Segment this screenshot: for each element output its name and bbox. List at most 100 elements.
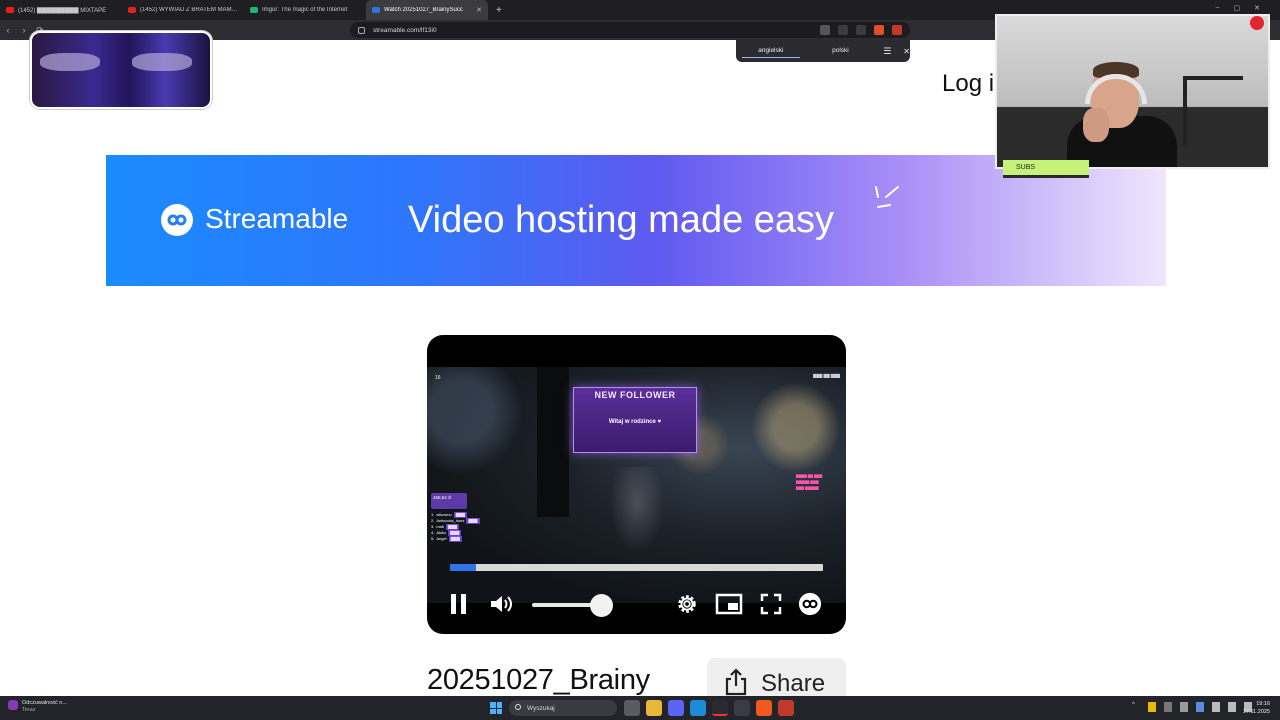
address-bar-actions <box>820 25 902 35</box>
forward-icon[interactable]: › <box>16 25 32 35</box>
video-pole <box>537 367 569 517</box>
seek-bar-progress <box>450 564 477 571</box>
tray-app-icon[interactable] <box>1196 702 1204 712</box>
obs-icon[interactable] <box>712 700 728 716</box>
steam-icon[interactable] <box>690 700 706 716</box>
close-icon[interactable]: ✕ <box>903 47 910 56</box>
minimize-icon[interactable]: – <box>1216 4 1220 12</box>
stream-chat-overlay: ▇▇▇▇ ▇▇ ▇▇▇ ▇▇▇▇▇ ▇▇▇ ▇▇▇ ▇▇▇▇▇ <box>796 474 823 490</box>
microphone-icon[interactable] <box>1212 702 1220 712</box>
brave-shield-icon[interactable] <box>874 25 884 35</box>
system-tray: ^ <box>1132 702 1252 712</box>
tray-chevron-icon[interactable]: ^ <box>1132 702 1140 712</box>
donation-leaderboard: 468,64 zł 1. wilczonu ▇▇▇ 2. Antisocial_hoe… <box>431 493 501 542</box>
picture-in-picture-icon[interactable] <box>715 592 743 616</box>
thumbnail-graphic <box>132 53 192 71</box>
tray-app-icon[interactable] <box>1164 702 1172 712</box>
browser-tab-2[interactable]: (1452) WYWIAD Z BRATEM MAMMO <box>122 0 244 20</box>
file-explorer-icon[interactable] <box>646 700 662 716</box>
maximize-icon[interactable]: ▢ <box>1234 4 1241 12</box>
window-controls: – ▢ ✕ <box>1216 4 1260 12</box>
share-icon <box>725 668 747 696</box>
browser-tab-3[interactable]: Imgur: The magic of the Internet <box>244 0 366 20</box>
youtube-icon <box>128 7 136 13</box>
notification-widget[interactable]: Odczuwalność n... Teraz <box>8 700 67 714</box>
follower-alert-message: Witaj w rodzince ♥ <box>608 419 662 425</box>
volume-icon[interactable] <box>489 592 513 616</box>
fullscreen-icon[interactable] <box>760 592 782 616</box>
new-tab-button[interactable]: + <box>488 5 510 16</box>
video-player[interactable]: 16 ▇▇▇ ▇▇ ▇▇▇ NEW FOLLOWER Witaj w rodzi… <box>427 335 846 634</box>
imgur-icon <box>250 7 258 13</box>
back-icon[interactable]: ‹ <box>0 25 16 35</box>
volume-slider-knob[interactable] <box>590 594 613 617</box>
close-window-icon[interactable]: ✕ <box>1254 4 1260 12</box>
webcam-person-hand <box>1083 108 1109 142</box>
streamable-player-icon[interactable] <box>797 592 823 616</box>
taskbar-search-placeholder: Wyszukaj <box>527 704 555 712</box>
zoom-icon[interactable] <box>838 25 848 35</box>
follower-alert-title: NEW FOLLOWER <box>594 390 676 400</box>
login-link[interactable]: Log i <box>942 70 994 98</box>
video-title: 20251027_Brainy <box>427 664 650 696</box>
streamable-icon <box>372 7 380 13</box>
tray-app-icon[interactable] <box>1148 702 1156 712</box>
taskbar-search[interactable]: Wyszukaj <box>509 700 617 716</box>
close-tab-icon[interactable]: ✕ <box>476 6 482 14</box>
leaderboard-total: 468,64 zł <box>431 493 467 509</box>
leaderboard-value: ▇▇▇ <box>466 518 480 524</box>
leaderboard-value: ▇▇▇ <box>448 536 462 542</box>
translate-popup: angielski polski ☰ ✕ <box>736 40 910 62</box>
screen: (1452) ▇▇▇▇▇▇▇▇▇ MIXTAPE (1452) WYWIAD Z… <box>0 0 1280 720</box>
browser-tab-1[interactable]: (1452) ▇▇▇▇▇▇▇▇▇ MIXTAPE <box>0 0 122 20</box>
subs-badge: SUBS <box>1003 160 1089 178</box>
notification-title: Odczuwalność n... <box>22 700 67 706</box>
language-option-source[interactable]: angielski <box>736 40 806 62</box>
pause-icon[interactable] <box>447 592 471 616</box>
rewards-icon[interactable] <box>892 25 902 35</box>
stream-hud-counter: 16 <box>435 375 441 381</box>
menu-icon[interactable]: ☰ <box>883 46 891 57</box>
share-page-icon[interactable] <box>856 25 866 35</box>
discord-icon[interactable] <box>668 700 684 716</box>
tab-title: (1452) ▇▇▇▇▇▇▇▇▇ MIXTAPE <box>18 7 107 14</box>
recording-indicator-icon <box>1250 16 1264 30</box>
translate-icon[interactable] <box>820 25 830 35</box>
tab-title: Watch 20251027_BrainySucc <box>384 7 463 13</box>
pinned-apps <box>624 700 794 716</box>
browser-tab-active[interactable]: Watch 20251027_BrainySucc ✕ <box>366 0 488 20</box>
notification-app-icon <box>8 700 18 710</box>
leaderboard-name: Angel <box>436 536 447 541</box>
app-icon[interactable] <box>778 700 794 716</box>
banner-tagline: Video hosting made easy <box>408 199 835 241</box>
notification-text: Odczuwalność n... Teraz <box>22 700 67 714</box>
settings-icon[interactable] <box>674 592 700 616</box>
seek-bar[interactable] <box>450 564 823 571</box>
leaderboard-row: 5. Angel ▇▇▇ <box>431 536 501 542</box>
youtube-icon <box>6 7 14 13</box>
url-text: streamable.com/lf13i0 <box>373 26 437 34</box>
streamable-logo-icon <box>161 204 193 236</box>
search-icon <box>515 704 521 710</box>
stream-thumbnail-overlay <box>30 31 212 109</box>
network-icon[interactable] <box>1228 702 1236 712</box>
terminal-icon[interactable] <box>734 700 750 716</box>
system-clock[interactable]: 19:16 17.11.2025 <box>1243 700 1270 716</box>
site-info-icon[interactable] <box>358 26 365 34</box>
tray-app-icon[interactable] <box>1180 702 1188 712</box>
notification-subtitle: Teraz <box>22 707 36 713</box>
brave-browser-icon[interactable] <box>756 700 772 716</box>
video-character <box>607 467 667 557</box>
microphone-arm <box>1183 76 1243 146</box>
tab-title: Imgur: The magic of the Internet <box>262 7 348 13</box>
address-bar[interactable]: streamable.com/lf13i0 <box>350 22 910 38</box>
thumbnail-graphic <box>40 53 100 71</box>
language-option-target[interactable]: polski <box>806 40 876 62</box>
start-menu-icon[interactable] <box>490 702 502 714</box>
task-view-icon[interactable] <box>624 700 640 716</box>
sparkle-icon <box>875 186 899 208</box>
taskbar: Odczuwalność n... Teraz Wyszukaj ^ 19:16… <box>0 696 1280 720</box>
tab-title: (1452) WYWIAD Z BRATEM MAMMO <box>140 7 238 13</box>
webcam-overlay <box>995 14 1270 169</box>
leaderboard-rank: 5. <box>431 536 435 541</box>
